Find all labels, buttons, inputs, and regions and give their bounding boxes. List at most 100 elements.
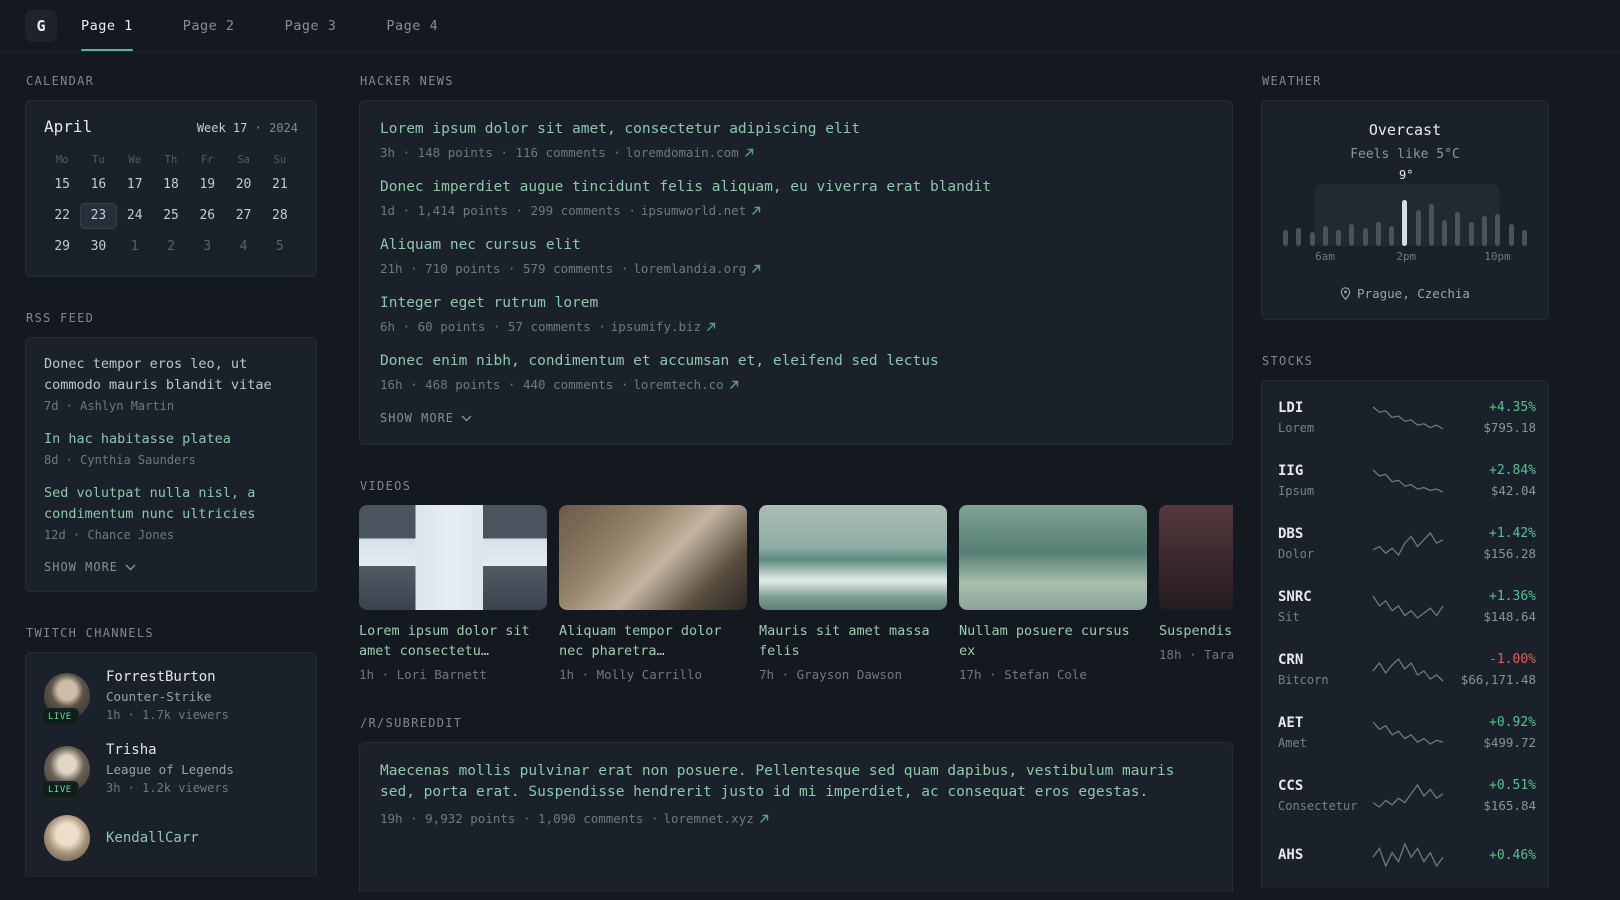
stock-price: $148.64 [1483, 609, 1536, 624]
calendar-day[interactable]: 16 [80, 172, 116, 198]
stock-change-percent: +0.92% [1489, 715, 1536, 730]
hackernews-show-more-label: SHOW MORE [380, 411, 455, 425]
stock-row[interactable]: CCS Consectetur +0.51% $165.84 [1278, 764, 1536, 827]
calendar-day[interactable]: 2 [153, 234, 189, 260]
video-thumbnail[interactable] [759, 505, 947, 610]
calendar-day[interactable]: 5 [262, 234, 298, 260]
twitch-channel-name[interactable]: ForrestBurton [106, 669, 229, 685]
stock-row[interactable]: IIG Ipsum +2.84% $42.04 [1278, 449, 1536, 512]
video-thumbnail[interactable] [1159, 505, 1233, 610]
calendar-day[interactable]: 19 [189, 172, 225, 198]
calendar-day[interactable]: 28 [262, 203, 298, 229]
calendar-day[interactable]: 17 [117, 172, 153, 198]
video-title[interactable]: Mauris sit amet massa felis [759, 621, 947, 661]
subreddit-post-meta: 19h · 9,932 points · 1,090 comments · lo… [380, 811, 1212, 826]
video-thumbnail[interactable] [359, 505, 547, 610]
twitch-channel-row[interactable]: KendallCarr [44, 815, 298, 861]
calendar-day[interactable]: 4 [225, 234, 261, 260]
rss-show-more-button[interactable]: SHOW MORE [44, 560, 136, 574]
hackernews-item-title[interactable]: Donec imperdiet augue tincidunt felis al… [380, 177, 1212, 198]
hackernews-item-title[interactable]: Donec enim nibh, condimentum et accumsan… [380, 351, 1212, 372]
rss-item-title[interactable]: In hac habitasse platea [44, 429, 298, 450]
weather-hour-bar [1336, 230, 1342, 246]
calendar-day[interactable]: 18 [153, 172, 189, 198]
weather-hour-bar [1296, 228, 1302, 246]
stock-row[interactable]: CRN Bitcorn -1.00% $66,171.48 [1278, 638, 1536, 701]
hackernews-item-domain[interactable]: loremdomain.com [626, 145, 739, 160]
video-meta: 1h · Lori Barnett [359, 667, 487, 682]
video-card[interactable]: Aliquam tempor dolor nec pharetra… 1h · … [559, 505, 747, 682]
hackernews-item-domain[interactable]: ipsumify.biz [611, 319, 701, 334]
stock-ticker: LDI [1278, 400, 1304, 416]
stock-change-percent: +4.35% [1489, 400, 1536, 415]
calendar-day[interactable]: 23 [80, 203, 117, 229]
page-tab[interactable]: Page 1 [81, 0, 133, 51]
twitch-channel-name[interactable]: Trisha [106, 742, 234, 758]
video-thumbnail[interactable] [959, 505, 1147, 610]
stock-row[interactable]: AHS +0.46% [1278, 827, 1536, 883]
stock-sparkline [1372, 656, 1444, 684]
calendar-day[interactable]: 27 [225, 203, 261, 229]
hackernews-item: Donec enim nibh, condimentum et accumsan… [380, 351, 1212, 392]
hackernews-item-stats: 21h · 710 points · 579 comments · [380, 261, 629, 276]
hackernews-item-title[interactable]: Integer eget rutrum lorem [380, 293, 1212, 314]
calendar-day[interactable]: 26 [189, 203, 225, 229]
weather-hour-bar [1508, 224, 1514, 246]
twitch-channel-name[interactable]: KendallCarr [106, 830, 199, 846]
video-title[interactable]: Suspendisse diam [1159, 621, 1233, 641]
weekday-label: Th [164, 154, 178, 166]
calendar-day[interactable]: 29 [44, 234, 80, 260]
page-tab[interactable]: Page 3 [285, 0, 337, 51]
video-title[interactable]: Aliquam tempor dolor nec pharetra… [559, 621, 747, 661]
page-tab[interactable]: Page 2 [183, 0, 235, 51]
calendar-day[interactable]: 1 [117, 234, 153, 260]
stock-row[interactable]: SNRC Sit +1.36% $148.64 [1278, 575, 1536, 638]
subreddit-post-domain[interactable]: loremnet.xyz [663, 811, 753, 826]
video-card[interactable]: Mauris sit amet massa felis 7h · Grayson… [759, 505, 947, 682]
calendar-day[interactable]: 25 [153, 203, 189, 229]
calendar-day[interactable]: 3 [189, 234, 225, 260]
calendar-header: April Week 17 · 2024 [44, 117, 298, 136]
stock-row[interactable]: DBS Dolor +1.42% $156.28 [1278, 512, 1536, 575]
twitch-channel-info: Trisha League of Legends 3h · 1.2k viewe… [106, 742, 234, 795]
videos-row: Lorem ipsum dolor sit amet consectetu… 1… [359, 505, 1233, 682]
stocks-card: LDI Lorem +4.35% $795.18 IIG Ipsum +2.84… [1261, 380, 1549, 888]
videos-widget: VIDEOS Lorem ipsum dolor sit amet consec… [359, 479, 1233, 682]
twitch-channel-row[interactable]: LIVE Trisha League of Legends 3h · 1.2k … [41, 742, 298, 799]
external-link-icon [744, 148, 753, 157]
subreddit-post-title[interactable]: Maecenas mollis pulvinar erat non posuer… [380, 761, 1212, 803]
stock-ticker: AET [1278, 715, 1304, 731]
calendar-day[interactable]: 24 [117, 203, 153, 229]
calendar-day[interactable]: 20 [225, 172, 261, 198]
hackernews-item-title[interactable]: Lorem ipsum dolor sit amet, consectetur … [380, 119, 1212, 140]
video-title[interactable]: Lorem ipsum dolor sit amet consectetu… [359, 621, 547, 661]
stock-row[interactable]: LDI Lorem +4.35% $795.18 [1278, 386, 1536, 449]
twitch-channel-row[interactable]: LIVE ForrestBurton Counter-Strike 1h · 1… [41, 669, 298, 726]
hackernews-item-domain[interactable]: loremtech.co [633, 377, 723, 392]
calendar-day[interactable]: 30 [80, 234, 116, 260]
video-meta: 1h · Molly Carrillo [559, 667, 702, 682]
video-thumbnail[interactable] [559, 505, 747, 610]
hackernews-item-domain[interactable]: ipsumworld.net [641, 203, 746, 218]
stock-price: $795.18 [1483, 420, 1536, 435]
hackernews-item-domain[interactable]: loremlandia.org [633, 261, 746, 276]
video-title[interactable]: Nullam posuere cursus ex [959, 621, 1147, 661]
video-card[interactable]: Suspendisse diam 18h · Tara [1159, 505, 1233, 682]
subreddit-post: Maecenas mollis pulvinar erat non posuer… [380, 761, 1212, 826]
hackernews-item-title[interactable]: Aliquam nec cursus elit [380, 235, 1212, 256]
stock-price: $66,171.48 [1460, 672, 1536, 687]
video-card[interactable]: Nullam posuere cursus ex 17h · Stefan Co… [959, 505, 1147, 682]
hackernews-item-meta: 21h · 710 points · 579 comments · loreml… [380, 261, 1212, 276]
subreddit-post-stats: 19h · 9,932 points · 1,090 comments · [380, 811, 659, 826]
hackernews-show-more-button[interactable]: SHOW MORE [380, 411, 472, 425]
stock-ticker: CRN [1278, 652, 1304, 668]
calendar-day[interactable]: 15 [44, 172, 80, 198]
page-tab[interactable]: Page 4 [386, 0, 438, 51]
stock-price: $165.84 [1483, 798, 1536, 813]
rss-item-title[interactable]: Donec tempor eros leo, ut commodo mauris… [44, 354, 298, 396]
calendar-day[interactable]: 22 [44, 203, 80, 229]
video-card[interactable]: Lorem ipsum dolor sit amet consectetu… 1… [359, 505, 547, 682]
calendar-day[interactable]: 21 [262, 172, 298, 198]
rss-item-title[interactable]: Sed volutpat nulla nisl, a condimentum n… [44, 483, 298, 525]
stock-row[interactable]: AET Amet +0.92% $499.72 [1278, 701, 1536, 764]
